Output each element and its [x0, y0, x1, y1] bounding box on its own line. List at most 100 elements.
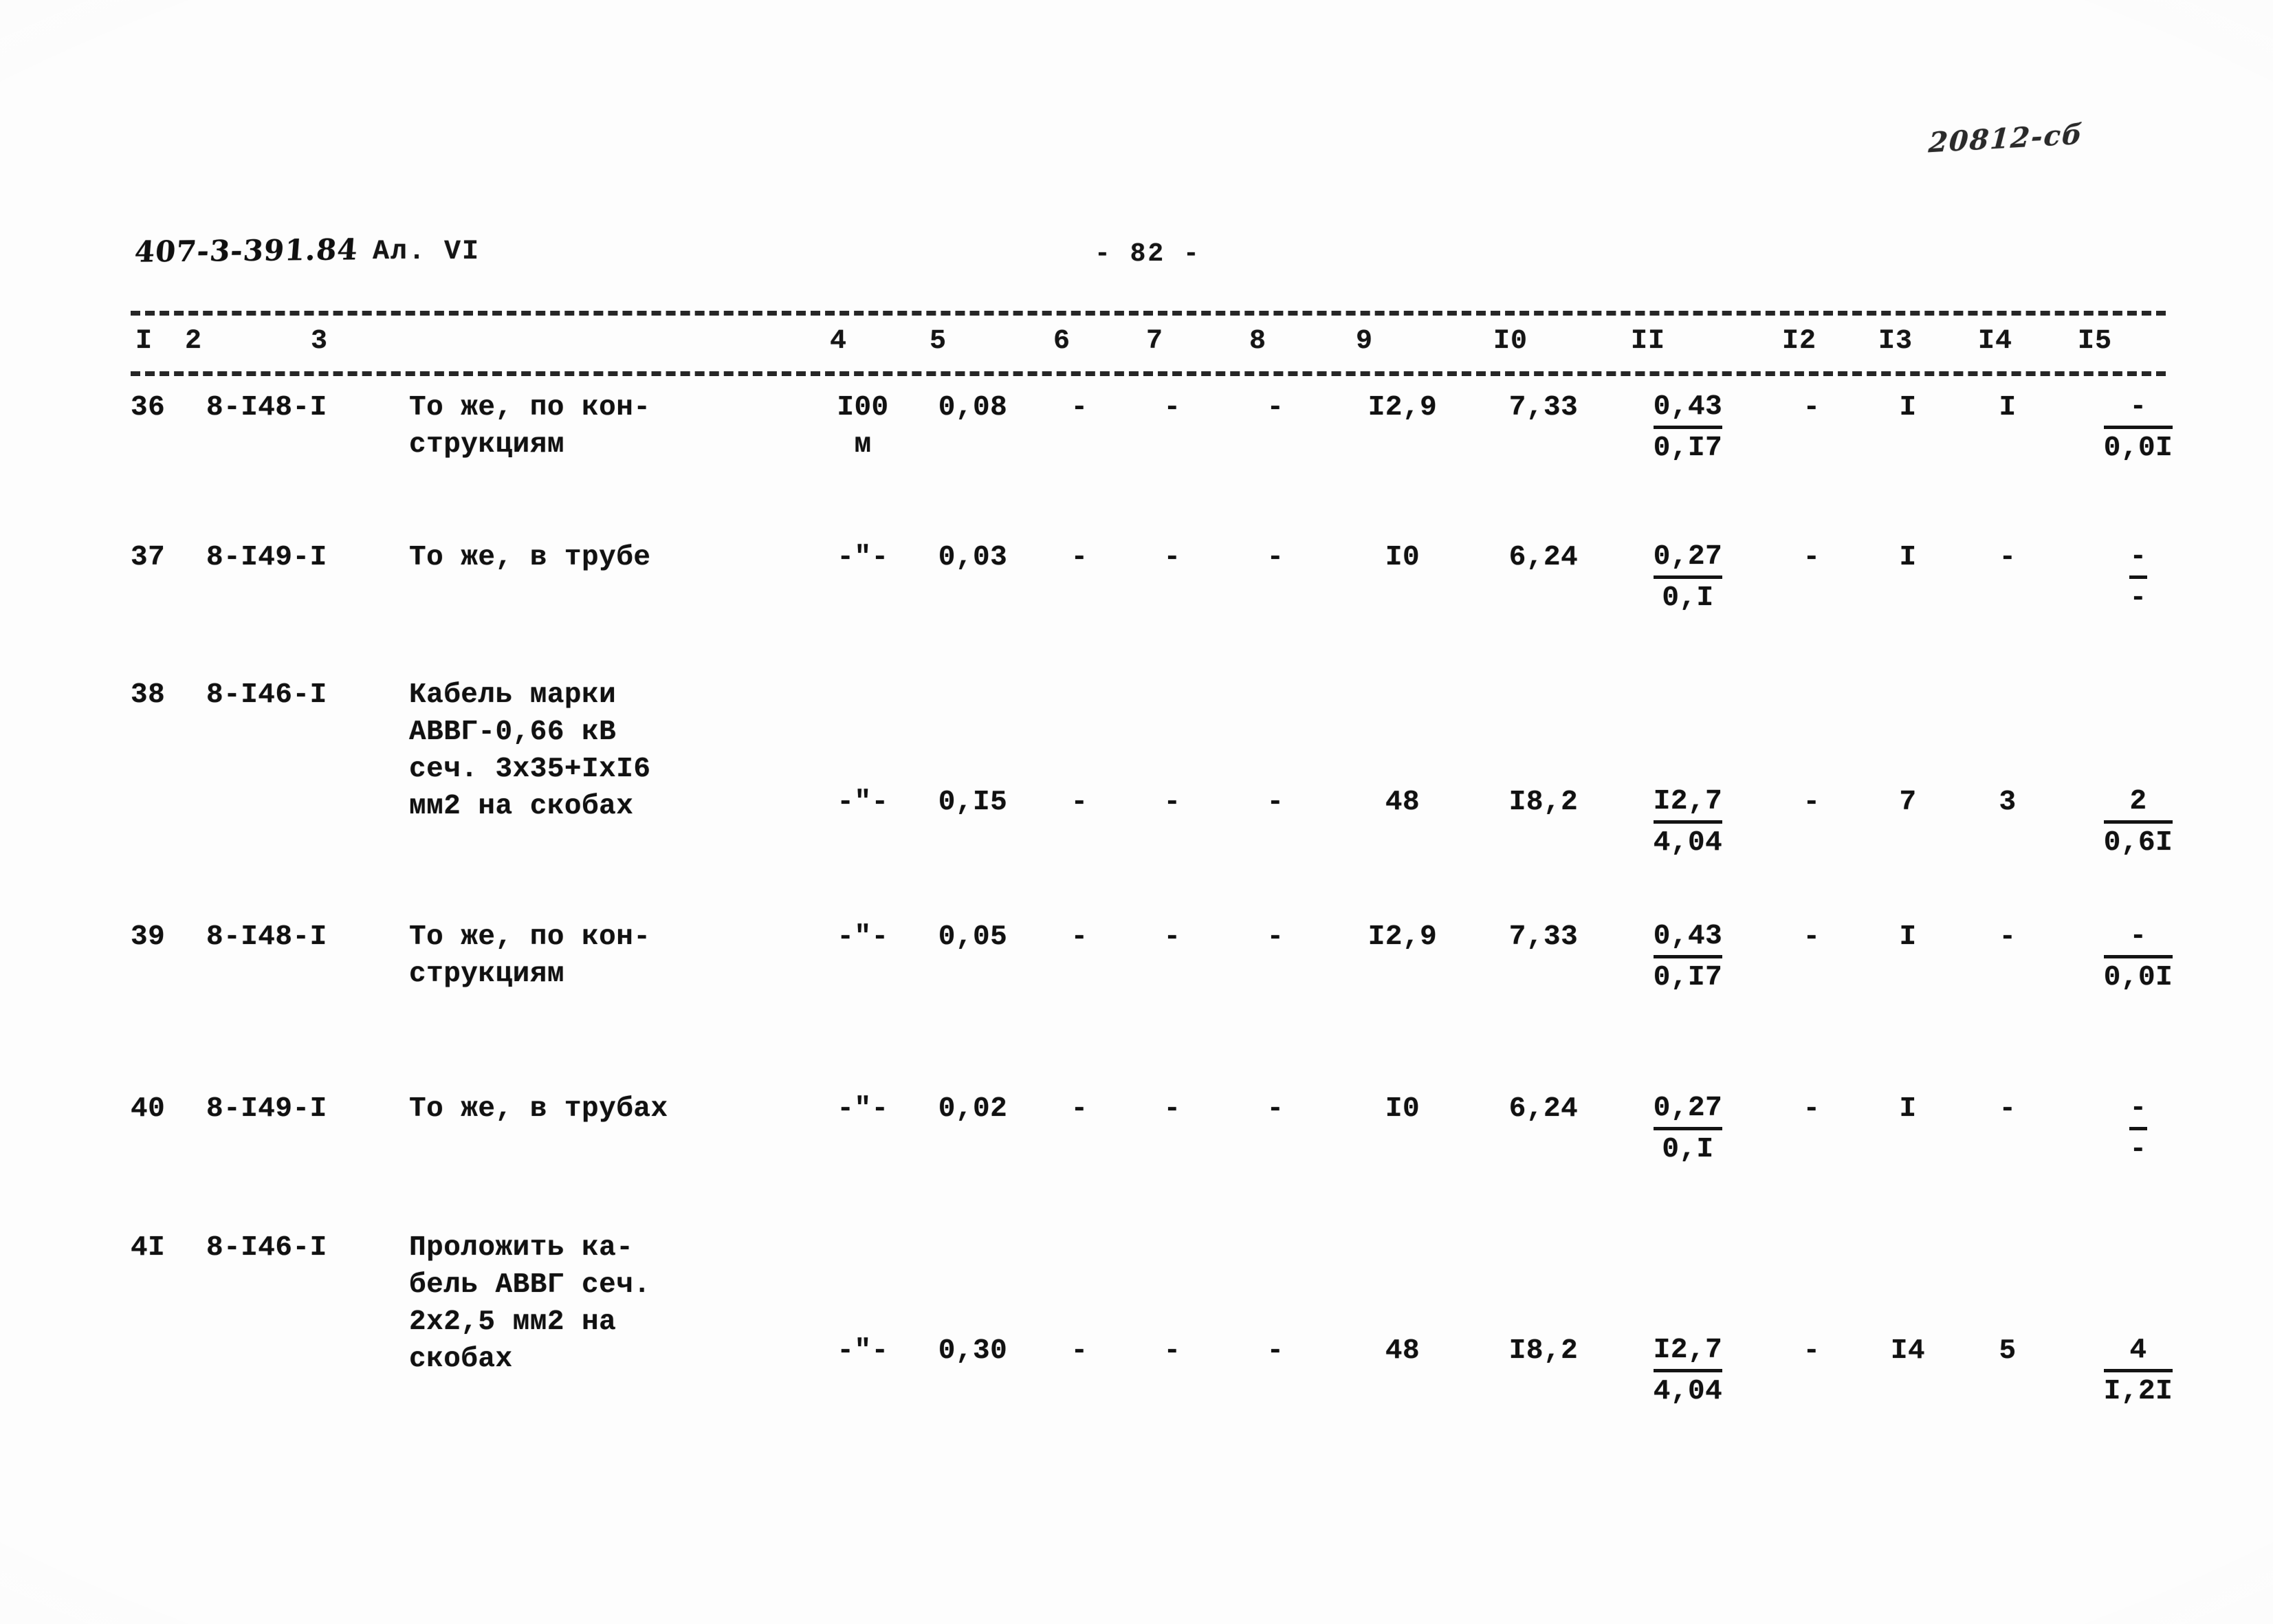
value-col-12: -: [1803, 1093, 1821, 1125]
value-col-7: -: [1163, 787, 1181, 818]
measurement-unit: -"-: [822, 919, 904, 956]
value-col-11-numerator: 0,27: [1653, 539, 1723, 579]
album-label: Ал. VI: [373, 237, 481, 267]
value-col-10: I8,2: [1508, 787, 1579, 818]
resource-code: 8-I49-I: [206, 1093, 327, 1125]
value-col-5: 0,02: [938, 1093, 1008, 1125]
value-col-9: 48: [1385, 1335, 1420, 1367]
table-row: 40 8-I49-I То же, в трубах -"- 0,02 - - - I0 6,24…: [131, 1090, 2186, 1229]
value-col-7: -: [1163, 542, 1181, 573]
value-col-13: I: [1899, 1093, 1917, 1125]
value-col-15-denominator: -: [2129, 1134, 2147, 1165]
table-top-rule: [131, 311, 2166, 316]
row-index: 40: [131, 1093, 166, 1125]
value-col-7: -: [1163, 392, 1181, 424]
value-col-11-denominator: 4,04: [1653, 1376, 1723, 1407]
row-index: 39: [131, 921, 166, 953]
row-index: 38: [131, 679, 166, 711]
resource-code: 8-I46-I: [206, 1232, 327, 1264]
table-row: 38 8-I46-I Кабель марки АВВГ-0,66 кВ сеч. …: [131, 677, 2186, 919]
measurement-unit-top: I00: [837, 392, 889, 424]
value-col-15: 4 I,2I: [2069, 1332, 2207, 1410]
value-col-7: -: [1163, 1093, 1181, 1125]
work-description: То же, в трубе: [409, 542, 651, 573]
value-col-11-denominator: 0,I7: [1653, 432, 1723, 464]
work-description: То же, по кон- струкциям: [409, 392, 651, 461]
value-col-15-denominator: -: [2129, 582, 2147, 614]
handwritten-archive-code: 20812-сб: [1927, 118, 2085, 160]
value-col-7: -: [1163, 921, 1181, 953]
resource-code: 8-I48-I: [206, 392, 327, 424]
measurement-unit: -"-: [822, 784, 904, 821]
work-description: Проложить ка- бель АВВГ сеч. 2х2,5 мм2 н…: [409, 1232, 651, 1375]
value-col-14: -: [1999, 921, 2017, 953]
row-index: 4I: [131, 1232, 166, 1264]
resource-code: 8-I49-I: [206, 542, 327, 573]
column-number-3: 3: [306, 326, 333, 357]
work-description: То же, по кон- струкциям: [409, 921, 651, 990]
work-description: То же, в трубах: [409, 1093, 668, 1125]
value-col-15-numerator: 4: [2103, 1332, 2173, 1372]
value-col-9: I2,9: [1368, 392, 1438, 424]
value-col-5: 0,05: [938, 921, 1008, 953]
table-column-number-row: I 2 3 4 5 6 7 8 9 I0 II I2 I3 I4 I5: [131, 326, 2166, 369]
value-col-6: -: [1070, 787, 1088, 818]
column-number-11: II: [1626, 326, 1671, 357]
value-col-9: 48: [1385, 787, 1420, 818]
column-number-6: 6: [1048, 326, 1076, 357]
measurement-unit-top: -"-: [837, 787, 889, 818]
value-col-15-denominator: I,2I: [2103, 1376, 2173, 1407]
column-number-5: 5: [925, 326, 952, 357]
measurement-unit: I00 м: [822, 389, 904, 463]
value-col-15-numerator: -: [2129, 539, 2147, 579]
value-col-10: 7,33: [1508, 921, 1579, 953]
column-number-13: I3: [1874, 326, 1918, 357]
value-col-11: 0,43 0,I7: [1623, 389, 1753, 467]
value-col-11-numerator: 0,43: [1653, 919, 1723, 958]
value-col-15-denominator: 0,0I: [2103, 432, 2173, 464]
value-col-13: I4: [1890, 1335, 1926, 1367]
measurement-unit-top: -"-: [837, 542, 889, 573]
value-col-13: I: [1899, 542, 1917, 573]
value-col-11-numerator: I2,7: [1653, 784, 1723, 824]
column-number-8: 8: [1244, 326, 1272, 357]
table-row: 36 8-I48-I То же, по кон- струкциям I00 м 0,0…: [131, 389, 2186, 539]
column-number-7: 7: [1141, 326, 1169, 357]
table-body: 36 8-I48-I То же, по кон- струкциям I00 м 0,0…: [131, 389, 2186, 1456]
table-row: 37 8-I49-I То же, в трубе -"- 0,03- - - I0 6,24 0…: [131, 539, 2186, 677]
value-col-15-numerator: -: [2103, 389, 2173, 429]
table-row: 4I 8-I46-I Проложить ка- бель АВВГ сеч. 2х…: [131, 1229, 2186, 1456]
value-col-12: -: [1803, 787, 1821, 818]
value-col-15-numerator: -: [2129, 1090, 2147, 1130]
value-col-11: 0,27 0,I: [1623, 1090, 1753, 1168]
measurement-unit: -"-: [822, 539, 904, 576]
value-col-8: -: [1266, 787, 1284, 818]
value-col-13: 7: [1899, 787, 1917, 818]
measurement-unit: -"-: [822, 1332, 904, 1370]
work-description: Кабель марки АВВГ-0,66 кВ сеч. 3х35+IхI6…: [409, 679, 651, 822]
measurement-unit-top: -"-: [837, 1093, 889, 1125]
value-col-15-denominator: 0,0I: [2103, 962, 2173, 994]
page-number: - 82 -: [1095, 239, 1201, 269]
value-col-14: -: [1999, 1093, 2017, 1125]
value-col-11-numerator: 0,27: [1653, 1090, 1723, 1130]
value-col-5: 0,30: [938, 1335, 1008, 1367]
measurement-unit-top: -"-: [837, 1335, 889, 1367]
value-col-5: 0,08: [938, 392, 1008, 424]
value-col-11-denominator: 0,I: [1662, 1134, 1714, 1165]
value-col-9: I0: [1385, 1093, 1420, 1125]
value-col-11: I2,7 4,04: [1623, 1332, 1753, 1410]
value-col-14: 3: [1999, 787, 2017, 818]
row-index: 36: [131, 392, 166, 424]
value-col-15: --: [2069, 539, 2207, 617]
value-col-6: -: [1070, 1335, 1088, 1367]
value-col-11-denominator: 4,04: [1653, 827, 1723, 859]
measurement-unit-bottom: м: [854, 429, 872, 461]
value-col-15: -0,0I: [2069, 389, 2207, 467]
value-col-7: -: [1163, 1335, 1181, 1367]
value-col-10: 6,24: [1508, 542, 1579, 573]
value-col-10: 6,24: [1508, 1093, 1579, 1125]
value-col-14: 5: [1999, 1335, 2017, 1367]
value-col-11: I2,7 4,04: [1623, 784, 1753, 862]
row-index: 37: [131, 542, 166, 573]
